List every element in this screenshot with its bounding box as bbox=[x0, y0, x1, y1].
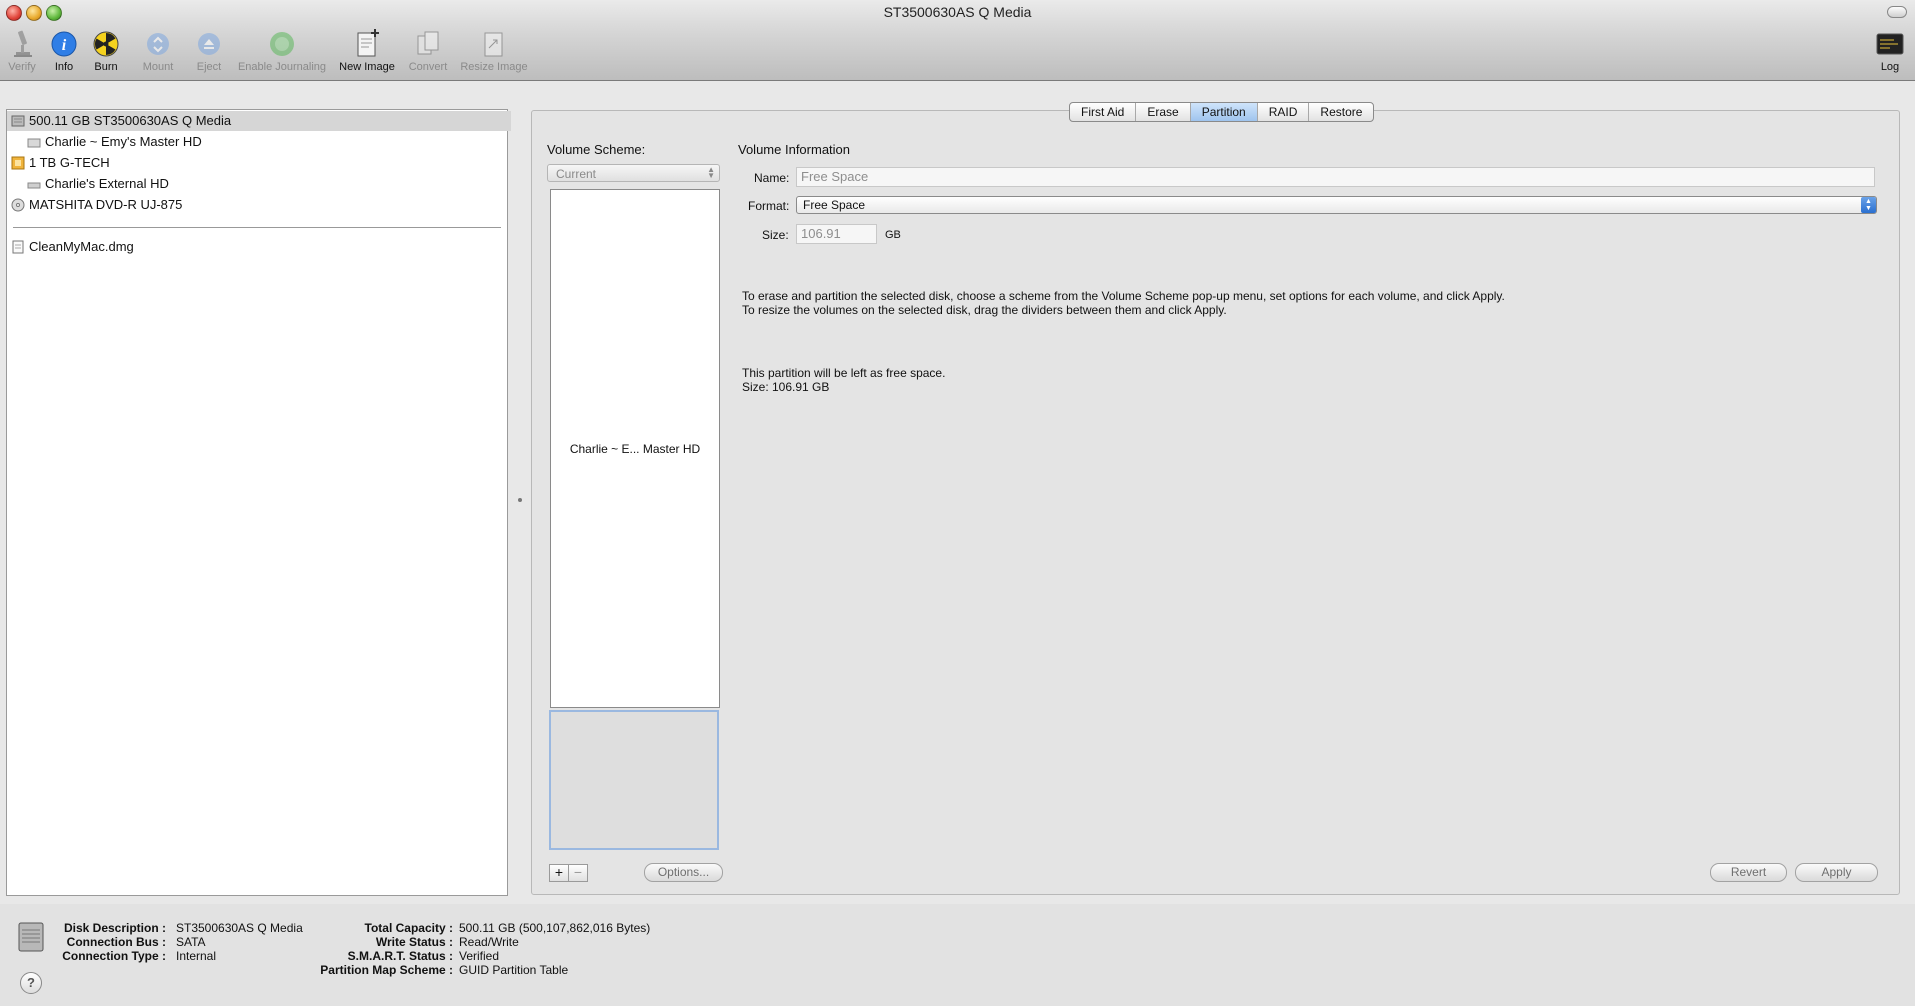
sidebar-item-label: 500.11 GB ST3500630AS Q Media bbox=[29, 113, 232, 128]
size-label: Size: bbox=[762, 228, 789, 242]
total-capacity-value: 500.11 GB (500,107,862,016 Bytes) bbox=[459, 921, 651, 935]
smart-status-value: Verified bbox=[459, 949, 500, 963]
sidebar-item-volume[interactable]: Charlie's External HD bbox=[7, 174, 527, 194]
volume-icon bbox=[27, 138, 41, 148]
optical-drive-icon bbox=[11, 198, 25, 212]
sidebar-item-label: 1 TB G-TECH bbox=[29, 155, 110, 170]
microscope-icon bbox=[14, 30, 32, 57]
partition-map-value: GUID Partition Table bbox=[459, 963, 569, 977]
connection-type-value: Internal bbox=[176, 949, 217, 963]
help-button[interactable]: ? bbox=[20, 972, 42, 994]
total-capacity-label: Total Capacity : bbox=[364, 921, 453, 935]
radiation-icon bbox=[93, 31, 119, 57]
partition-label: Charlie ~ E... Master HD bbox=[569, 442, 701, 456]
tab-erase[interactable]: Erase bbox=[1136, 103, 1191, 121]
toolbar-toggle-button[interactable] bbox=[1887, 6, 1907, 18]
burn-button[interactable]: Burn bbox=[90, 28, 122, 73]
sidebar-item-label: CleanMyMac.dmg bbox=[29, 239, 134, 254]
name-label: Name: bbox=[754, 171, 790, 185]
disk-image-icon bbox=[12, 240, 24, 254]
info-button[interactable]: i Info bbox=[48, 28, 80, 73]
partition-block[interactable]: Charlie ~ E... Master HD bbox=[550, 189, 720, 708]
info-icon: i bbox=[51, 31, 77, 57]
connection-bus-label: Connection Bus : bbox=[66, 935, 166, 949]
window-toolbar: ST3500630AS Q Media Verify i Info Burn M… bbox=[0, 0, 1915, 81]
instructions-resize: To resize the volumes on the selected di… bbox=[742, 303, 1227, 317]
size-field[interactable]: 106.91 bbox=[796, 224, 877, 244]
revert-button[interactable]: Revert bbox=[1710, 863, 1787, 882]
tab-bar: First Aid Erase Partition RAID Restore bbox=[1069, 102, 1375, 122]
disk-description-value: ST3500630AS Q Media bbox=[176, 921, 303, 935]
volume-icon bbox=[27, 182, 41, 189]
log-button[interactable]: Log bbox=[1872, 28, 1908, 73]
instructions-erase: To erase and partition the selected disk… bbox=[742, 289, 1505, 303]
sidebar-item-disk[interactable]: MATSHITA DVD-R UJ-875 bbox=[7, 195, 511, 215]
select-arrows-icon: ▲ ▼ bbox=[1861, 197, 1876, 213]
external-disk-icon bbox=[11, 156, 25, 170]
smart-status-label: S.M.A.R.T. Status : bbox=[347, 949, 453, 963]
new-image-icon bbox=[357, 29, 379, 57]
internal-disk-icon bbox=[11, 115, 25, 127]
disk-description-label: Disk Description : bbox=[63, 921, 166, 935]
log-console-icon bbox=[1876, 33, 1904, 55]
enable-journaling-button[interactable]: Enable Journaling bbox=[234, 28, 330, 73]
volume-scheme-value: Current bbox=[556, 167, 597, 181]
partition-block-free-space[interactable] bbox=[549, 710, 719, 850]
mount-button[interactable]: Mount bbox=[138, 28, 178, 73]
tab-first-aid[interactable]: First Aid bbox=[1070, 103, 1137, 121]
disk-info-bar: ? Disk Description : ST3500630AS Q Media… bbox=[0, 904, 1915, 1006]
format-value: Free Space bbox=[803, 198, 866, 212]
journal-icon bbox=[270, 32, 294, 56]
tab-partition[interactable]: Partition bbox=[1190, 103, 1258, 121]
sidebar-item-disk[interactable]: 1 TB G-TECH bbox=[7, 153, 511, 173]
sidebar-divider bbox=[13, 227, 501, 228]
svg-text:i: i bbox=[62, 37, 67, 54]
name-field[interactable]: Free Space bbox=[796, 167, 1875, 187]
apply-button[interactable]: Apply bbox=[1795, 863, 1878, 882]
sidebar-item-label: MATSHITA DVD-R UJ-875 bbox=[29, 197, 183, 212]
volume-scheme-label: Volume Scheme: bbox=[547, 142, 646, 157]
free-space-note: This partition will be left as free spac… bbox=[742, 366, 946, 380]
sidebar-item-label: Charlie's External HD bbox=[45, 176, 169, 191]
main-panel bbox=[531, 110, 1900, 895]
mount-icon bbox=[147, 33, 169, 55]
sidebar-item-disk[interactable]: 500.11 GB ST3500630AS Q Media bbox=[7, 111, 511, 131]
sidebar-item-image[interactable]: CleanMyMac.dmg bbox=[7, 237, 511, 257]
format-select[interactable]: Free Space ▲ ▼ bbox=[796, 196, 1877, 214]
verify-button[interactable]: Verify bbox=[4, 28, 40, 73]
resize-image-button[interactable]: Resize Image bbox=[458, 28, 530, 73]
write-status-value: Read/Write bbox=[459, 935, 519, 949]
connection-type-label: Connection Type : bbox=[62, 949, 166, 963]
convert-icon bbox=[417, 31, 439, 55]
window-title: ST3500630AS Q Media bbox=[883, 4, 1032, 20]
format-label: Format: bbox=[748, 199, 790, 213]
eject-icon bbox=[198, 33, 220, 55]
convert-button[interactable]: Convert bbox=[404, 28, 452, 73]
add-partition-button[interactable]: + bbox=[549, 864, 569, 882]
sidebar-item-label: Charlie ~ Emy's Master HD bbox=[45, 134, 202, 149]
tab-restore[interactable]: Restore bbox=[1309, 103, 1373, 121]
hard-disk-icon bbox=[18, 922, 44, 952]
volume-information-heading: Volume Information bbox=[738, 142, 851, 157]
volume-scheme-select[interactable]: Current ▲ ▼ bbox=[547, 164, 720, 182]
sidebar-item-volume[interactable]: Charlie ~ Emy's Master HD bbox=[7, 132, 527, 152]
stepper-arrows-icon: ▲ ▼ bbox=[707, 165, 715, 180]
size-unit: GB bbox=[885, 229, 901, 241]
disk-sidebar: 500.11 GB ST3500630AS Q Media Charlie ~ … bbox=[6, 109, 511, 896]
split-view-handle[interactable] bbox=[518, 498, 522, 502]
partition-map-label: Partition Map Scheme : bbox=[320, 963, 453, 977]
free-space-size: Size: 106.91 GB bbox=[742, 380, 830, 394]
connection-bus-value: SATA bbox=[176, 935, 206, 949]
resize-image-icon bbox=[484, 32, 503, 57]
remove-partition-button[interactable]: − bbox=[568, 864, 588, 882]
new-image-button[interactable]: New Image bbox=[336, 28, 398, 73]
eject-button[interactable]: Eject bbox=[192, 28, 226, 73]
write-status-label: Write Status : bbox=[375, 935, 453, 949]
tab-raid[interactable]: RAID bbox=[1258, 103, 1310, 121]
options-button[interactable]: Options... bbox=[644, 863, 723, 882]
